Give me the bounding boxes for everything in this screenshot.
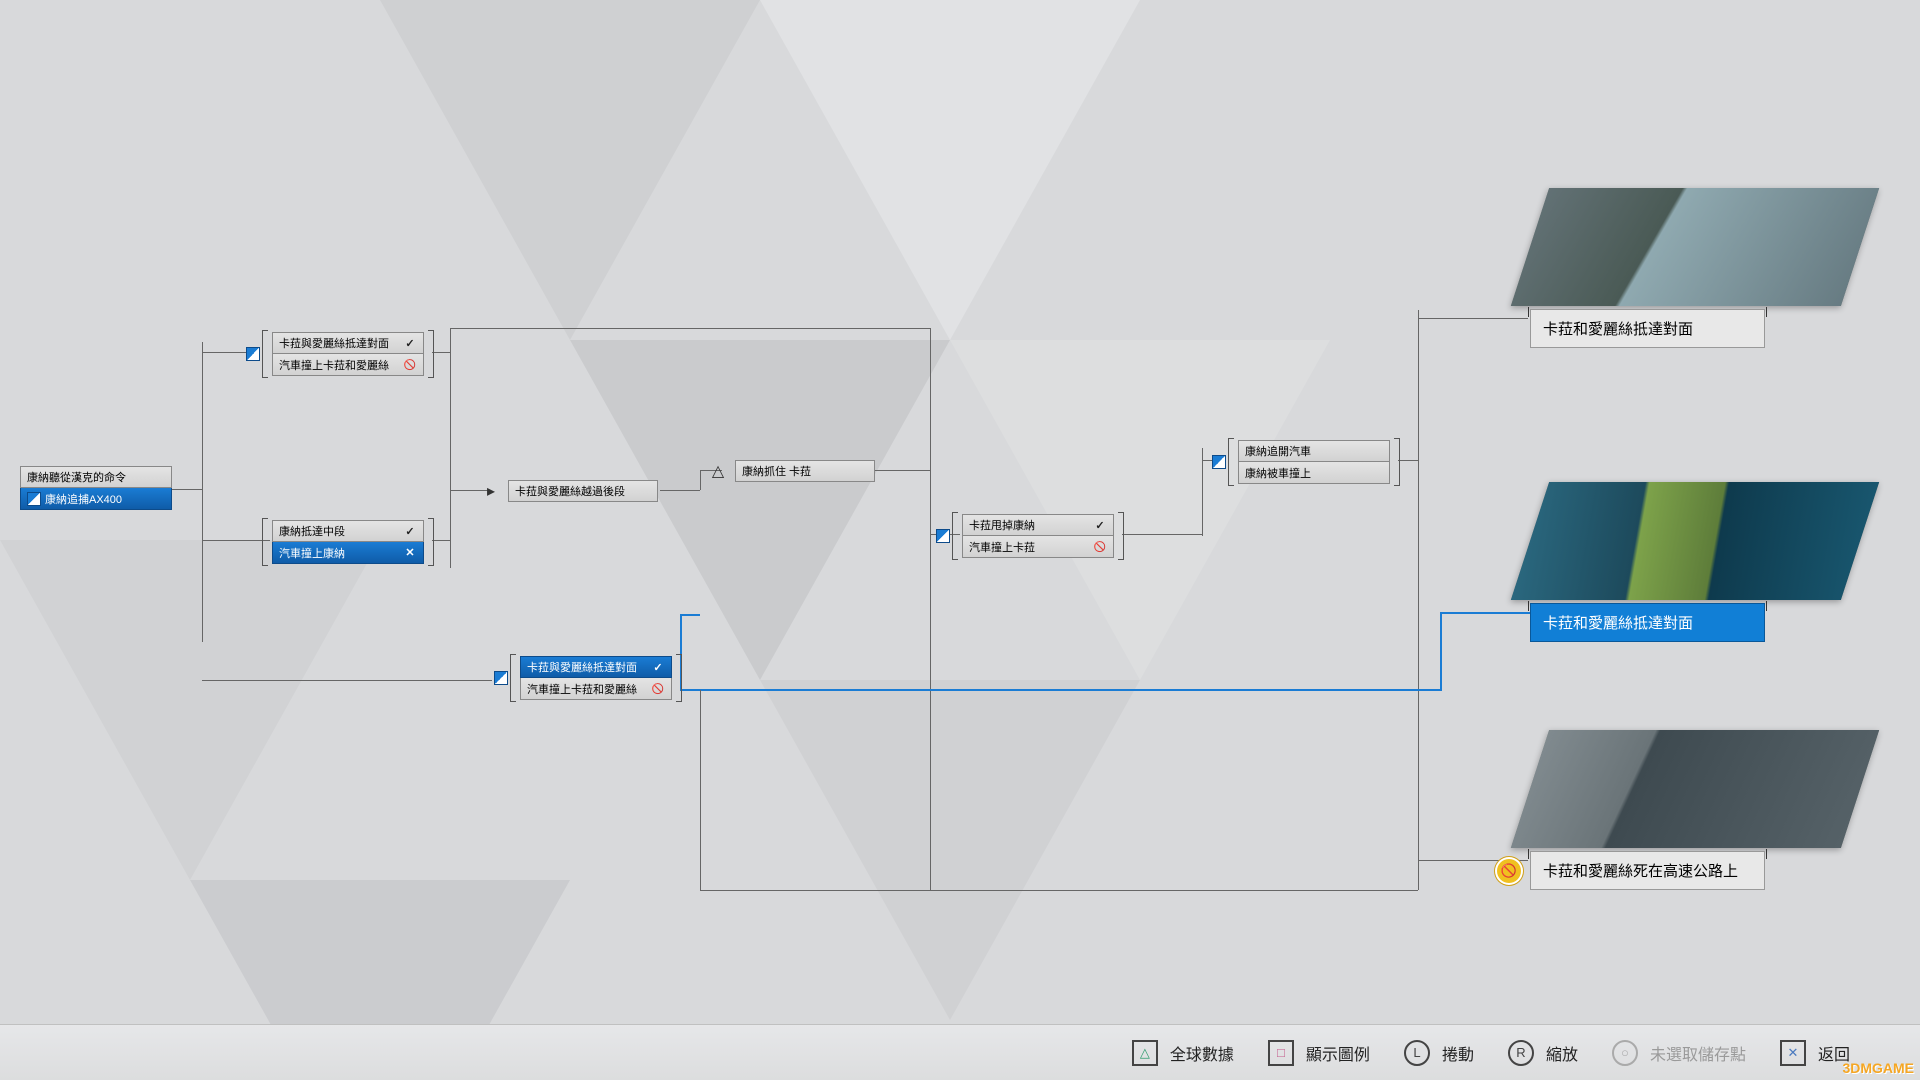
node-item-selected[interactable]: 卡菈與愛麗絲抵達對面: [520, 656, 672, 678]
warning-icon: △: [709, 462, 727, 480]
node-item[interactable]: 汽車撞上卡菈和愛麗絲: [520, 678, 672, 700]
ending-card-2-selected[interactable]: 卡菈和愛麗絲抵達對面: [1530, 482, 1860, 642]
node-item[interactable]: 汽車撞上卡菈和愛麗絲: [272, 354, 424, 376]
node-label: 卡菈與愛麗絲越過後段: [515, 483, 651, 499]
back-button[interactable]: ✕ 返回: [1780, 1040, 1850, 1066]
check-icon: [651, 661, 665, 674]
node-label: 卡菈與愛麗絲抵達對面: [279, 335, 399, 351]
cross-icon: ✕: [1780, 1040, 1806, 1066]
legend-button[interactable]: □ 顯示圖例: [1268, 1040, 1370, 1066]
node-label: 康納追捕AX400: [45, 491, 165, 507]
node-catch[interactable]: △ 康納抓住 卡菈: [735, 460, 875, 482]
lock-icon: [1093, 541, 1107, 553]
node-item[interactable]: 康納聽從漢克的命令: [20, 466, 172, 488]
watermark: 3DMGAME: [1842, 1060, 1914, 1076]
lock-icon: [403, 359, 417, 371]
node-item[interactable]: 卡菈與愛麗絲抵達對面: [272, 332, 424, 354]
button-label: 未選取儲存點: [1650, 1041, 1746, 1065]
lock-icon: [1497, 859, 1521, 883]
choice-icon: [27, 492, 41, 506]
zoom-button[interactable]: R 縮放: [1508, 1040, 1578, 1066]
x-icon: [403, 546, 417, 559]
node-label: 康納聽從漢克的命令: [27, 469, 165, 485]
scroll-button[interactable]: L 捲動: [1404, 1040, 1474, 1066]
node-item-selected[interactable]: 康納追捕AX400: [20, 488, 172, 510]
node-label: 汽車撞上卡菈和愛麗絲: [279, 357, 399, 373]
flowchart-canvas[interactable]: 康納聽從漢克的命令 康納追捕AX400 卡菈與愛麗絲抵達對面 汽車撞上卡菈和愛麗…: [0, 0, 1920, 1080]
node-item[interactable]: 康納抓住 卡菈: [735, 460, 875, 482]
button-label: 全球數據: [1170, 1041, 1234, 1065]
button-label: 顯示圖例: [1306, 1041, 1370, 1065]
check-icon: [1093, 519, 1107, 532]
check-icon: [403, 525, 417, 538]
ending-label-selected: 卡菈和愛麗絲抵達對面: [1530, 603, 1765, 642]
node-group-5[interactable]: 康納追開汽車 康納被車撞上: [1238, 440, 1390, 484]
node-label: 康納被車撞上: [1245, 465, 1383, 481]
ending-label: 卡菈和愛麗絲死在高速公路上: [1530, 851, 1765, 890]
node-root[interactable]: 康納聽從漢克的命令 康納追捕AX400: [20, 466, 172, 510]
node-item-selected[interactable]: 汽車撞上康納: [272, 542, 424, 564]
node-mid[interactable]: ▸ 卡菈與愛麗絲越過後段: [508, 480, 658, 502]
ending-thumbnail: [1511, 188, 1879, 306]
ending-text: 卡菈和愛麗絲抵達對面: [1543, 615, 1693, 632]
square-icon: □: [1268, 1040, 1294, 1066]
node-label: 康納追開汽車: [1245, 443, 1383, 459]
node-item[interactable]: 康納被車撞上: [1238, 462, 1390, 484]
node-item[interactable]: 康納追開汽車: [1238, 440, 1390, 462]
footer-bar: △ 全球數據 □ 顯示圖例 L 捲動 R 縮放 ○ 未選取儲存點 ✕ 返回: [0, 1024, 1920, 1080]
ending-text: 卡菈和愛麗絲抵達對面: [1543, 321, 1693, 338]
node-group-4[interactable]: 卡菈甩掉康納 汽車撞上卡菈: [962, 514, 1114, 558]
node-label: 卡菈與愛麗絲抵達對面: [527, 659, 647, 675]
node-label: 汽車撞上卡菈和愛麗絲: [527, 681, 647, 697]
no-checkpoint-button: ○ 未選取儲存點: [1612, 1040, 1746, 1066]
l-stick-icon: L: [1404, 1040, 1430, 1066]
ending-text: 卡菈和愛麗絲死在高速公路上: [1543, 863, 1738, 880]
node-group-2[interactable]: 康納抵達中段 汽車撞上康納: [272, 520, 424, 564]
node-item[interactable]: 康納抵達中段: [272, 520, 424, 542]
node-item[interactable]: 汽車撞上卡菈: [962, 536, 1114, 558]
ending-thumbnail: [1511, 730, 1879, 848]
arrow-icon: ▸: [482, 482, 500, 500]
node-label: 卡菈甩掉康納: [969, 517, 1089, 533]
lock-icon: [651, 683, 665, 695]
node-group-1[interactable]: 卡菈與愛麗絲抵達對面 汽車撞上卡菈和愛麗絲: [272, 332, 424, 376]
ending-card-3[interactable]: 卡菈和愛麗絲死在高速公路上: [1530, 730, 1860, 890]
triangle-icon: △: [1132, 1040, 1158, 1066]
node-label: 康納抓住 卡菈: [742, 463, 868, 479]
node-label: 汽車撞上卡菈: [969, 539, 1089, 555]
check-icon: [403, 337, 417, 350]
button-label: 縮放: [1546, 1041, 1578, 1065]
circle-icon: ○: [1612, 1040, 1638, 1066]
node-item[interactable]: 卡菈甩掉康納: [962, 514, 1114, 536]
ending-label: 卡菈和愛麗絲抵達對面: [1530, 309, 1765, 348]
global-stats-button[interactable]: △ 全球數據: [1132, 1040, 1234, 1066]
node-label: 汽車撞上康納: [279, 545, 399, 561]
r-stick-icon: R: [1508, 1040, 1534, 1066]
node-item[interactable]: 卡菈與愛麗絲越過後段: [508, 480, 658, 502]
ending-thumbnail: [1511, 482, 1879, 600]
ending-card-1[interactable]: 卡菈和愛麗絲抵達對面: [1530, 188, 1860, 348]
node-group-3[interactable]: 卡菈與愛麗絲抵達對面 汽車撞上卡菈和愛麗絲: [520, 656, 672, 700]
node-label: 康納抵達中段: [279, 523, 399, 539]
button-label: 捲動: [1442, 1041, 1474, 1065]
